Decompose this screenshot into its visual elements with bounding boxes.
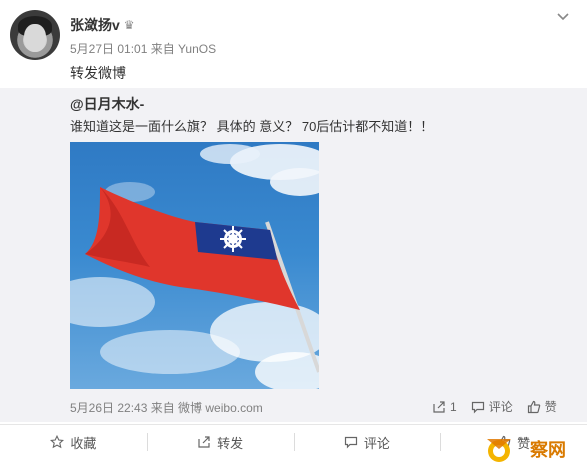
original-repost-button[interactable]: 1	[432, 398, 457, 415]
share-icon	[198, 436, 210, 448]
comment-button[interactable]: 评论	[293, 425, 441, 459]
repost-button[interactable]: 转发	[146, 425, 294, 459]
author-row: 张潋扬v ♛	[70, 15, 135, 35]
original-repost-count: 1	[450, 399, 457, 414]
avatar-face	[24, 24, 46, 52]
original-text: 谁知道这是一面什么旗？ 具体的 意义？ 70后估计都不知道！！	[70, 119, 434, 134]
original-like-label: 赞	[544, 400, 557, 414]
share-icon	[433, 400, 445, 413]
post-meta: 5月27日 01:01 来自 YunOS	[70, 42, 217, 56]
original-author[interactable]: @日月木水-	[70, 94, 144, 114]
repost-label: 转发	[217, 435, 244, 451]
comment-icon	[344, 436, 357, 449]
thumb-up-icon	[527, 400, 540, 413]
post-text: 转发微博	[70, 65, 126, 81]
flag-photo[interactable]	[70, 142, 319, 389]
weibo-card: 张潋扬v ♛ 5月27日 01:01 来自 YunOS 转发微博 @日月木水- …	[0, 0, 587, 466]
chevron-down-icon[interactable]	[556, 10, 570, 24]
author-name[interactable]: 张潋扬v	[70, 15, 120, 35]
comment-icon	[471, 401, 484, 413]
avatar[interactable]	[10, 10, 60, 60]
original-actions: 1 评论 赞	[432, 398, 557, 415]
original-comment-label: 评论	[488, 400, 513, 414]
original-comment-button[interactable]: 评论	[471, 398, 513, 415]
crown-icon: ♛	[123, 18, 135, 32]
comment-label: 评论	[363, 435, 390, 451]
watermark-text: 察网	[530, 440, 566, 460]
favorite-button[interactable]: 收藏	[0, 425, 147, 459]
star-icon	[50, 435, 65, 449]
original-meta: 5月26日 22:43 来自 微博 weibo.com	[70, 401, 263, 415]
original-like-button[interactable]: 赞	[527, 398, 557, 415]
favorite-label: 收藏	[70, 435, 97, 451]
